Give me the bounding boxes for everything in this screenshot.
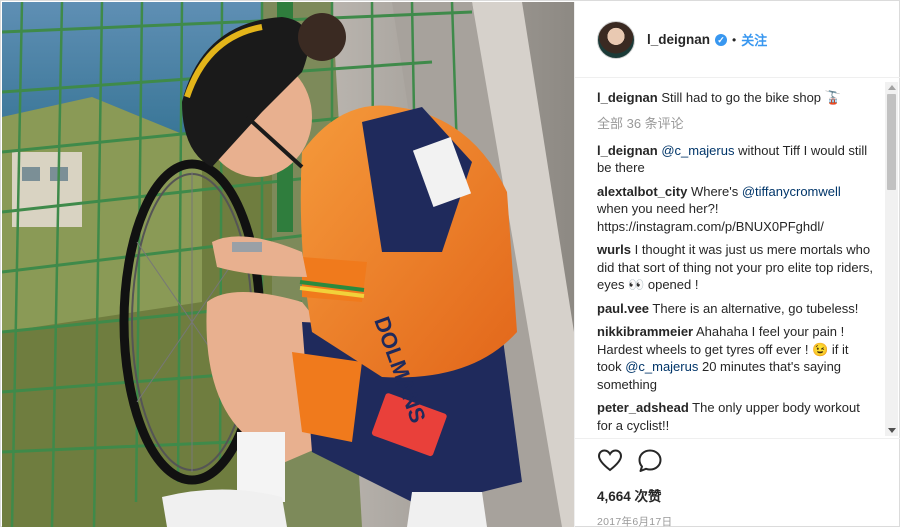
post-side-panel: l_deignan ✓ • 关注 l_deignan Still had to … [574, 2, 900, 527]
cyclist-photo-illustration: DOLMANS [2, 2, 574, 527]
scroll-down-arrow-icon[interactable] [888, 428, 896, 433]
comment-author[interactable]: wurls [597, 242, 631, 257]
comment-author[interactable]: alextalbot_city [597, 184, 687, 199]
comment-item: nikkibrammeier Ahahaha I feel your pain … [597, 323, 875, 393]
comment-text: when you need her?! https://instagram.co… [597, 201, 824, 234]
comment-mention[interactable]: @c_majerus [661, 143, 734, 158]
comment-item: l_deignan @c_majerus without Tiff I woul… [597, 142, 875, 177]
view-all-comments-link[interactable]: 全部 36 条评论 [597, 113, 875, 132]
post-photo: DOLMANS [2, 2, 574, 527]
comment-author[interactable]: peter_adshead [597, 400, 689, 415]
caption: l_deignan Still had to go the bike shop … [597, 89, 875, 107]
caption-text: Still had to go the bike shop 🚡 [661, 90, 841, 105]
heart-icon[interactable] [597, 448, 623, 474]
comment-item: alextalbot_city Where's @tiffanycromwell… [597, 183, 875, 236]
comment-author[interactable]: l_deignan [597, 143, 658, 158]
comment-text: There is an alternative, go tubeless! [652, 300, 859, 316]
comment-author[interactable]: nikkibrammeier [597, 324, 693, 339]
header-separator: • [732, 32, 737, 47]
comment-author[interactable]: paul.vee [597, 301, 649, 316]
scroll-up-arrow-icon[interactable] [888, 85, 896, 90]
post-header: l_deignan ✓ • 关注 [575, 2, 900, 78]
header-username[interactable]: l_deignan [647, 32, 710, 47]
comment-text: Where's [690, 183, 742, 199]
post-actions: 4,664 次赞 2017年6月17日 [575, 438, 900, 527]
caption-author[interactable]: l_deignan [597, 90, 658, 105]
comment-item: wurls I thought it was just us mere mort… [597, 241, 875, 294]
comment-bubble-icon[interactable] [637, 448, 663, 474]
comment-mention[interactable]: @tiffanycromwell [742, 184, 841, 199]
action-icons-row [597, 447, 879, 475]
comment-item: paul.vee There is an alternative, go tub… [597, 300, 875, 318]
comments-scrollbar[interactable] [885, 82, 898, 436]
comment-text: I thought it was just us mere mortals wh… [597, 242, 874, 292]
follow-button[interactable]: 关注 [741, 30, 767, 49]
post-dialog: DOLMANS l_deignan ✓ • 关注 l_deignan Still… [0, 0, 900, 527]
post-date: 2017年6月17日 [597, 516, 673, 527]
avatar[interactable] [597, 20, 635, 59]
comment-item: peter_adshead The only upper body workou… [597, 399, 875, 434]
likes-count[interactable]: 4,664 次赞 [597, 485, 879, 505]
comment-mention[interactable]: @c_majerus [625, 359, 698, 374]
comments-list[interactable]: l_deignan Still had to go the bike shop … [575, 79, 900, 438]
verified-badge-icon: ✓ [715, 33, 728, 46]
scroll-thumb[interactable] [887, 94, 896, 190]
